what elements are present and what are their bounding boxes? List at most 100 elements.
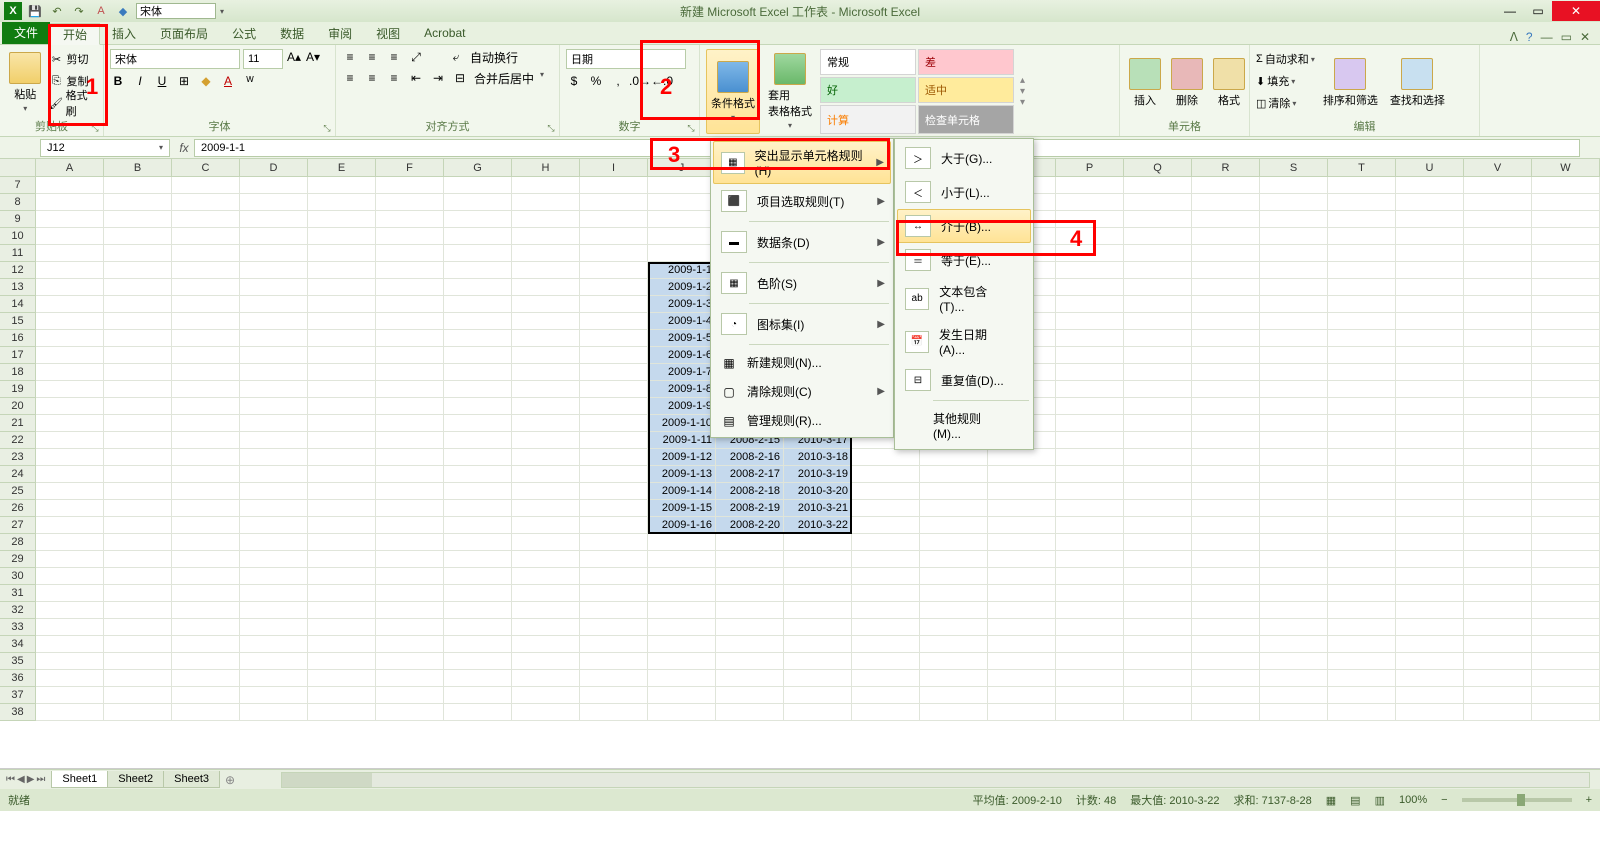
cell[interactable] <box>1192 364 1260 381</box>
cell[interactable] <box>920 619 988 636</box>
cell[interactable]: 2009-1-14 <box>648 483 716 500</box>
cell[interactable] <box>36 534 104 551</box>
menu-clear-rules[interactable]: ▢清除规则(C)▶ <box>713 377 891 406</box>
cell[interactable] <box>1532 228 1600 245</box>
cell[interactable] <box>104 585 172 602</box>
cell[interactable] <box>1260 245 1328 262</box>
name-box[interactable]: J12▾ <box>40 139 170 157</box>
cell[interactable] <box>1396 177 1464 194</box>
cell[interactable]: 2009-1-11 <box>648 432 716 449</box>
cell[interactable] <box>1124 330 1192 347</box>
cell[interactable] <box>1328 313 1396 330</box>
cell[interactable] <box>1396 619 1464 636</box>
cell[interactable] <box>648 619 716 636</box>
tab-data[interactable]: 数据 <box>268 22 316 44</box>
cell[interactable] <box>36 551 104 568</box>
cell[interactable] <box>36 449 104 466</box>
cell[interactable] <box>240 398 308 415</box>
cell[interactable] <box>376 347 444 364</box>
cell[interactable] <box>36 704 104 721</box>
cell[interactable] <box>1396 347 1464 364</box>
cell[interactable] <box>1328 483 1396 500</box>
cell[interactable] <box>240 381 308 398</box>
cell[interactable] <box>1396 415 1464 432</box>
cell[interactable] <box>1260 687 1328 704</box>
cell[interactable] <box>784 602 852 619</box>
cell[interactable] <box>1192 483 1260 500</box>
view-layout-icon[interactable]: ▤ <box>1350 794 1360 807</box>
cell[interactable] <box>1056 330 1124 347</box>
cell[interactable] <box>1464 619 1532 636</box>
cell[interactable] <box>1532 653 1600 670</box>
number-format-combo[interactable]: 日期 <box>566 49 686 69</box>
cell[interactable] <box>1192 551 1260 568</box>
cell[interactable] <box>376 194 444 211</box>
cell[interactable] <box>1396 636 1464 653</box>
cell[interactable] <box>376 517 444 534</box>
row-header[interactable]: 9 <box>0 211 36 228</box>
cell[interactable] <box>988 551 1056 568</box>
col-header[interactable]: P <box>1056 159 1124 177</box>
cell[interactable] <box>308 415 376 432</box>
cell[interactable]: 2010-3-22 <box>784 517 852 534</box>
cell[interactable] <box>1192 211 1260 228</box>
cell[interactable] <box>1532 517 1600 534</box>
cell[interactable] <box>1464 602 1532 619</box>
cell[interactable] <box>1260 585 1328 602</box>
delete-cells-button[interactable]: 删除 <box>1168 49 1206 116</box>
cell[interactable] <box>104 228 172 245</box>
row-header[interactable]: 32 <box>0 602 36 619</box>
cell[interactable] <box>1192 381 1260 398</box>
cell[interactable] <box>1328 415 1396 432</box>
cell[interactable] <box>852 483 920 500</box>
col-header[interactable]: F <box>376 159 444 177</box>
cell[interactable] <box>648 602 716 619</box>
cell[interactable] <box>308 381 376 398</box>
col-header[interactable]: U <box>1396 159 1464 177</box>
cell[interactable] <box>1396 228 1464 245</box>
tab-insert[interactable]: 插入 <box>100 22 148 44</box>
cell[interactable] <box>444 483 512 500</box>
cell[interactable] <box>444 194 512 211</box>
cell[interactable] <box>1532 330 1600 347</box>
cell[interactable]: 2009-1-7 <box>648 364 716 381</box>
cell[interactable] <box>648 228 716 245</box>
cell[interactable] <box>376 670 444 687</box>
align-right-icon[interactable]: ≡ <box>386 70 402 86</box>
cell[interactable] <box>376 177 444 194</box>
row-header[interactable]: 8 <box>0 194 36 211</box>
cell[interactable] <box>716 687 784 704</box>
row-header[interactable]: 13 <box>0 279 36 296</box>
cell[interactable] <box>512 262 580 279</box>
cell[interactable] <box>580 568 648 585</box>
row-header[interactable]: 20 <box>0 398 36 415</box>
cell[interactable] <box>444 296 512 313</box>
cell[interactable] <box>988 619 1056 636</box>
cell[interactable] <box>36 245 104 262</box>
cell[interactable] <box>1396 194 1464 211</box>
cell[interactable] <box>1532 313 1600 330</box>
cell[interactable] <box>240 177 308 194</box>
cell[interactable] <box>580 313 648 330</box>
grow-font-icon[interactable]: A▴ <box>286 49 302 65</box>
cell[interactable] <box>1056 670 1124 687</box>
clear-button[interactable]: ◫ 清除 ▾ <box>1256 93 1315 113</box>
cell[interactable] <box>852 466 920 483</box>
cell[interactable] <box>988 670 1056 687</box>
cell[interactable] <box>580 704 648 721</box>
cell[interactable] <box>36 279 104 296</box>
cell[interactable] <box>308 568 376 585</box>
menu-data-bars[interactable]: ▬数据条(D)▶ <box>713 225 891 259</box>
tab-view[interactable]: 视图 <box>364 22 412 44</box>
cell[interactable] <box>988 534 1056 551</box>
orientation-icon[interactable]: ⤢ <box>408 49 424 65</box>
cell[interactable] <box>308 670 376 687</box>
cell[interactable] <box>1056 602 1124 619</box>
cell[interactable] <box>104 602 172 619</box>
cell[interactable] <box>512 449 580 466</box>
inc-decimal-icon[interactable]: .0→ <box>632 73 648 89</box>
row-header[interactable]: 36 <box>0 670 36 687</box>
menu-manage-rules[interactable]: ▤管理规则(R)... <box>713 406 891 435</box>
cell[interactable] <box>1056 568 1124 585</box>
cell[interactable] <box>1464 653 1532 670</box>
